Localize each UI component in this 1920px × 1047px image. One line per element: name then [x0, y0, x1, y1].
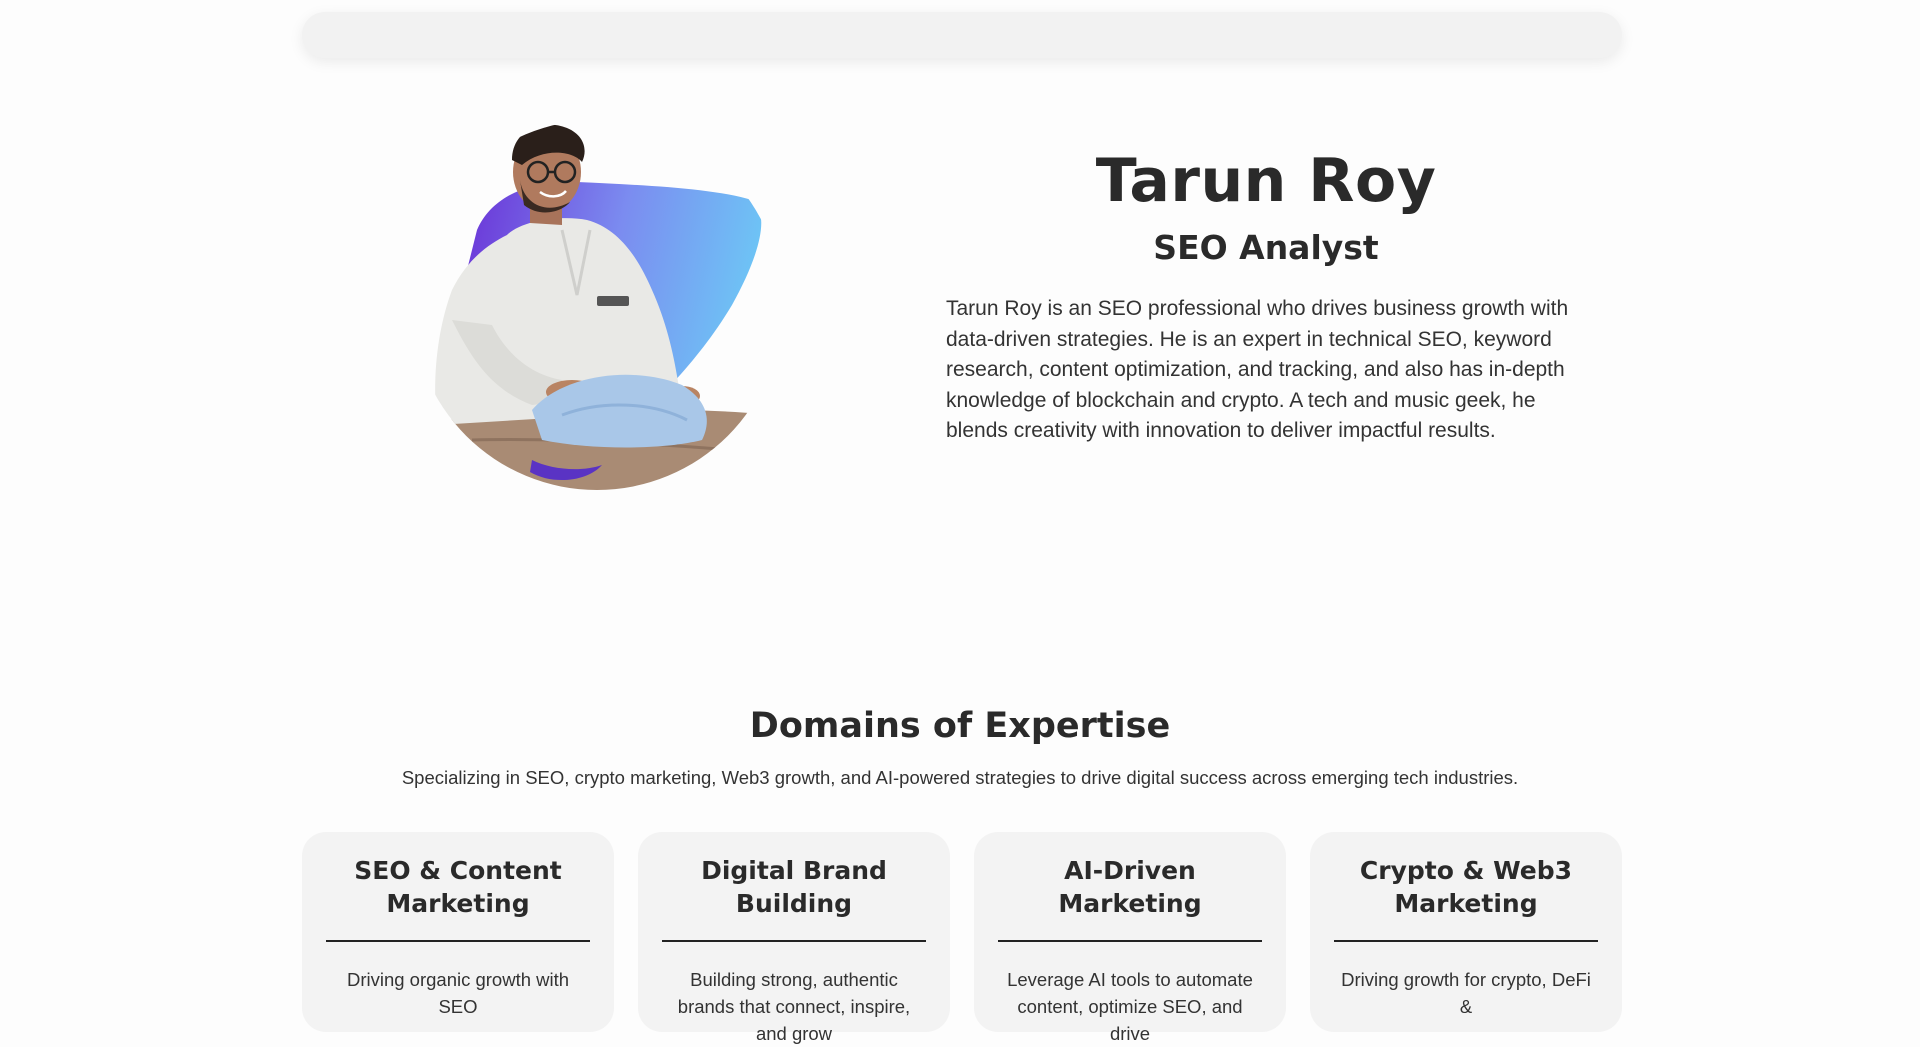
card-description: Building strong, authentic brands that c…: [677, 969, 911, 1044]
domains-section-subtitle: Specializing in SEO, crypto marketing, W…: [401, 767, 1519, 788]
card-description: Leverage AI tools to automate content, o…: [1007, 969, 1253, 1044]
profile-photo: [412, 120, 782, 490]
hero-text-block: Tarun Roy SEO Analyst Tarun Roy is an SE…: [946, 140, 1586, 447]
card-description: Driving growth for crypto, DeFi &: [1341, 969, 1591, 1017]
profile-name: Tarun Roy: [1095, 146, 1437, 216]
card-divider: [1334, 940, 1598, 942]
domain-card-ai-marketing: AI-Driven Marketing Leverage AI tools to…: [974, 832, 1286, 1044]
domain-card-crypto-web3: Crypto & Web3 Marketing Driving growth f…: [1310, 832, 1622, 1032]
card-title: AI-Driven Marketing: [1058, 856, 1202, 918]
card-description: Driving organic growth with SEO: [346, 969, 570, 1017]
domain-cards: SEO & Content Marketing Driving organic …: [302, 832, 1622, 1044]
profile-role: SEO Analyst: [1153, 228, 1379, 267]
card-title: Crypto & Web3 Marketing: [1359, 856, 1573, 918]
domains-section-title: Domains of Expertise: [749, 706, 1171, 746]
domain-card-brand-building: Digital Brand Building Building strong, …: [638, 832, 950, 1044]
top-nav-bar: [302, 12, 1622, 58]
domain-card-seo-content: SEO & Content Marketing Driving organic …: [302, 832, 614, 1032]
card-title: Digital Brand Building: [701, 856, 887, 918]
card-divider: [662, 940, 926, 942]
card-divider: [326, 940, 590, 942]
card-divider: [998, 940, 1262, 942]
card-title: SEO & Content Marketing: [354, 856, 562, 918]
profile-bio: Tarun Roy is an SEO professional who dri…: [946, 297, 1569, 442]
